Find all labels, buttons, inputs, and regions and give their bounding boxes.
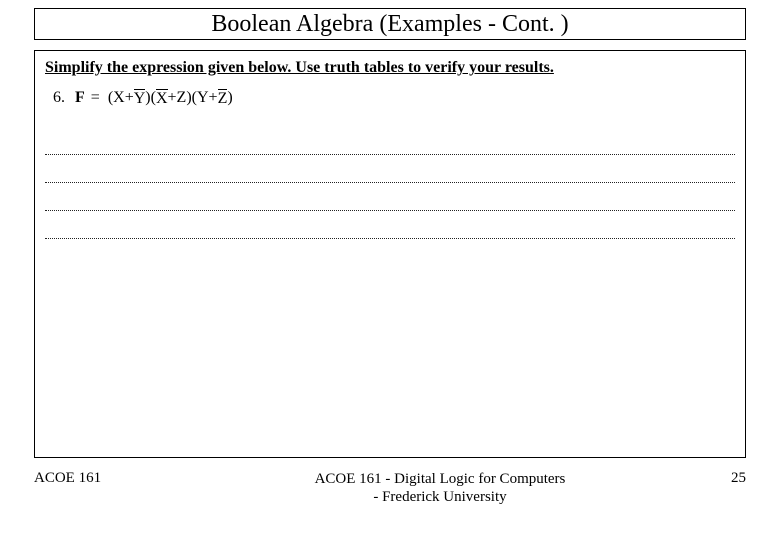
work-lines xyxy=(45,127,735,239)
footer-page-number: 25 xyxy=(666,470,746,487)
variable: X xyxy=(113,89,125,107)
equation-number: 6. xyxy=(53,89,65,107)
footer-center-line2: - Frederick University xyxy=(214,488,666,506)
footer-left: ACOE 161 xyxy=(34,470,214,487)
variable: X xyxy=(156,89,168,107)
variable: Y xyxy=(197,89,209,107)
instruction-text: Simplify the expression given below. Use… xyxy=(45,59,735,77)
variable: Z xyxy=(177,89,187,107)
content-box: Simplify the expression given below. Use… xyxy=(34,50,746,458)
plus-operator: + xyxy=(125,89,134,107)
variable: Y xyxy=(134,89,146,107)
equation: 6. F = (X + Y)(X + Z)(Y + Z) xyxy=(53,89,735,107)
footer: ACOE 161 ACOE 161 - Digital Logic for Co… xyxy=(34,470,746,506)
equation-rhs: (X + Y)(X + Z)(Y + Z) xyxy=(108,89,233,107)
equation-equals: = xyxy=(91,89,100,107)
variable: Z xyxy=(218,89,228,107)
slide-title: Boolean Algebra (Examples - Cont. ) xyxy=(211,11,568,38)
slide-title-box: Boolean Algebra (Examples - Cont. ) xyxy=(34,8,746,40)
work-line xyxy=(45,211,735,239)
equation-lhs: F xyxy=(75,89,85,107)
work-line xyxy=(45,127,735,155)
footer-center: ACOE 161 - Digital Logic for Computers -… xyxy=(214,470,666,506)
paren-close: ) xyxy=(227,89,232,107)
plus-operator: + xyxy=(168,89,177,107)
plus-operator: + xyxy=(209,89,218,107)
work-line xyxy=(45,155,735,183)
footer-center-line1: ACOE 161 - Digital Logic for Computers xyxy=(214,470,666,488)
work-line xyxy=(45,183,735,211)
